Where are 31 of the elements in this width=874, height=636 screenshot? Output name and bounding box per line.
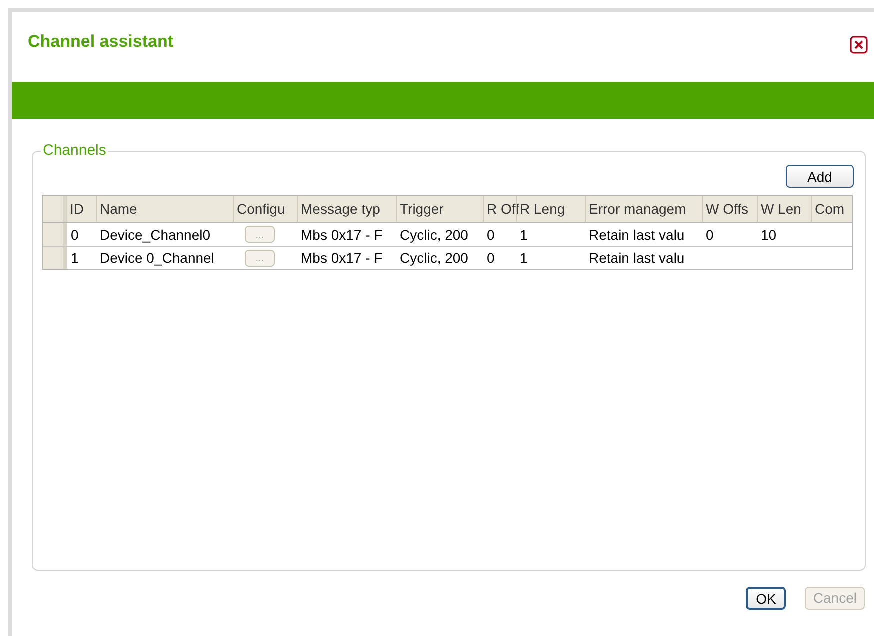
table-cell-text: Retain last valu <box>589 226 685 244</box>
table-cell-text: 1 <box>71 249 79 268</box>
close-icon[interactable] <box>850 36 868 54</box>
column-header[interactable]: Com <box>811 196 850 222</box>
add-button[interactable]: Add <box>786 165 854 188</box>
table-cell-text: 0 <box>487 226 495 244</box>
table-cell-text: Device 0_Channel <box>100 249 214 268</box>
table-cell-text: 1 <box>520 249 528 268</box>
dialog-button[interactable]: OK <box>746 587 786 610</box>
column-header[interactable]: W Len <box>757 196 811 222</box>
table-cell-text: Mbs 0x17 - F <box>301 226 383 244</box>
row-header[interactable] <box>43 223 67 246</box>
column-header[interactable]: Trigger <box>396 196 483 222</box>
table-cell-text: Mbs 0x17 - F <box>301 249 383 268</box>
column-header[interactable]: Name <box>96 196 233 222</box>
table-cell-text: 1 <box>520 226 528 244</box>
table-cell-text: Cyclic, 200 <box>400 226 468 245</box>
table-cell-text: Device_Channel0 <box>100 226 211 245</box>
table-cell-text: 10 <box>761 226 777 244</box>
column-header[interactable]: Configu <box>233 196 297 222</box>
table-cell-text: 0 <box>71 226 79 244</box>
table-cell-text: 0 <box>487 249 495 268</box>
column-header[interactable]: Error managem <box>585 196 702 222</box>
table-cell-text: 0 <box>706 226 714 244</box>
row-header[interactable] <box>43 247 67 269</box>
window-title: Channel assistant <box>28 31 174 54</box>
column-header[interactable]: ID <box>67 196 96 222</box>
table-cell-text: Cyclic, 200 <box>400 249 468 268</box>
column-header[interactable]: Message typ <box>297 196 396 222</box>
table-cell-text: Retain last valu <box>589 249 685 268</box>
column-header[interactable]: W Offs <box>702 196 757 222</box>
